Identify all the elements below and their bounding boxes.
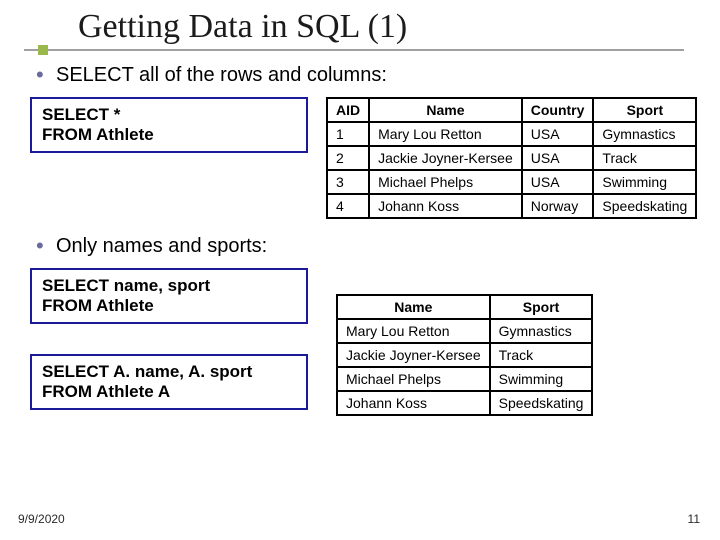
table-row: Jackie Joyner-Kersee Track bbox=[337, 343, 592, 367]
cell: Jackie Joyner-Kersee bbox=[369, 146, 522, 170]
title-area: Getting Data in SQL (1) bbox=[0, 0, 720, 46]
table-row: 4 Johann Koss Norway Speedskating bbox=[327, 194, 696, 218]
cell: 2 bbox=[327, 146, 369, 170]
cell: Gymnastics bbox=[593, 122, 696, 146]
cell: Track bbox=[593, 146, 696, 170]
cell: Swimming bbox=[490, 367, 593, 391]
table-header-row: AID Name Country Sport bbox=[327, 98, 696, 122]
sql-query-2: SELECT name, sport FROM Athlete bbox=[30, 268, 308, 324]
table-row: 1 Mary Lou Retton USA Gymnastics bbox=[327, 122, 696, 146]
result-table-projection: Name Sport Mary Lou Retton Gymnastics Ja… bbox=[336, 294, 593, 416]
cell: Norway bbox=[522, 194, 594, 218]
col-aid: AID bbox=[327, 98, 369, 122]
cell: Gymnastics bbox=[490, 319, 593, 343]
bullet-select-all: SELECT all of the rows and columns: bbox=[36, 64, 700, 87]
bullet-names-sports: Only names and sports: bbox=[36, 235, 700, 258]
col-sport: Sport bbox=[593, 98, 696, 122]
cell: USA bbox=[522, 170, 594, 194]
cell: 4 bbox=[327, 194, 369, 218]
cell: USA bbox=[522, 146, 594, 170]
slide-title: Getting Data in SQL (1) bbox=[78, 8, 720, 46]
cell: Track bbox=[490, 343, 593, 367]
cell: Speedskating bbox=[593, 194, 696, 218]
table-row: 3 Michael Phelps USA Swimming bbox=[327, 170, 696, 194]
cell: Speedskating bbox=[490, 391, 593, 415]
table-row: 2 Jackie Joyner-Kersee USA Track bbox=[327, 146, 696, 170]
table-row: Mary Lou Retton Gymnastics bbox=[337, 319, 592, 343]
cell: Mary Lou Retton bbox=[337, 319, 490, 343]
cell: Johann Koss bbox=[337, 391, 490, 415]
table-row: Johann Koss Speedskating bbox=[337, 391, 592, 415]
col-country: Country bbox=[522, 98, 594, 122]
footer-page-number: 11 bbox=[688, 512, 700, 526]
cell: Jackie Joyner-Kersee bbox=[337, 343, 490, 367]
cell: Michael Phelps bbox=[369, 170, 522, 194]
sql-query-3: SELECT A. name, A. sport FROM Athlete A bbox=[30, 354, 308, 410]
slide-content: SELECT all of the rows and columns: SELE… bbox=[0, 50, 720, 416]
cell: USA bbox=[522, 122, 594, 146]
title-underline bbox=[24, 49, 684, 51]
result-table-full: AID Name Country Sport 1 Mary Lou Retton… bbox=[326, 97, 697, 219]
cell: Swimming bbox=[593, 170, 696, 194]
cell: Michael Phelps bbox=[337, 367, 490, 391]
cell: 1 bbox=[327, 122, 369, 146]
cell: 3 bbox=[327, 170, 369, 194]
table-header-row: Name Sport bbox=[337, 295, 592, 319]
table-row: Michael Phelps Swimming bbox=[337, 367, 592, 391]
cell: Mary Lou Retton bbox=[369, 122, 522, 146]
sql-query-1: SELECT * FROM Athlete bbox=[30, 97, 308, 153]
col-name: Name bbox=[369, 98, 522, 122]
col-name: Name bbox=[337, 295, 490, 319]
cell: Johann Koss bbox=[369, 194, 522, 218]
footer-date: 9/9/2020 bbox=[18, 512, 65, 526]
col-sport: Sport bbox=[490, 295, 593, 319]
